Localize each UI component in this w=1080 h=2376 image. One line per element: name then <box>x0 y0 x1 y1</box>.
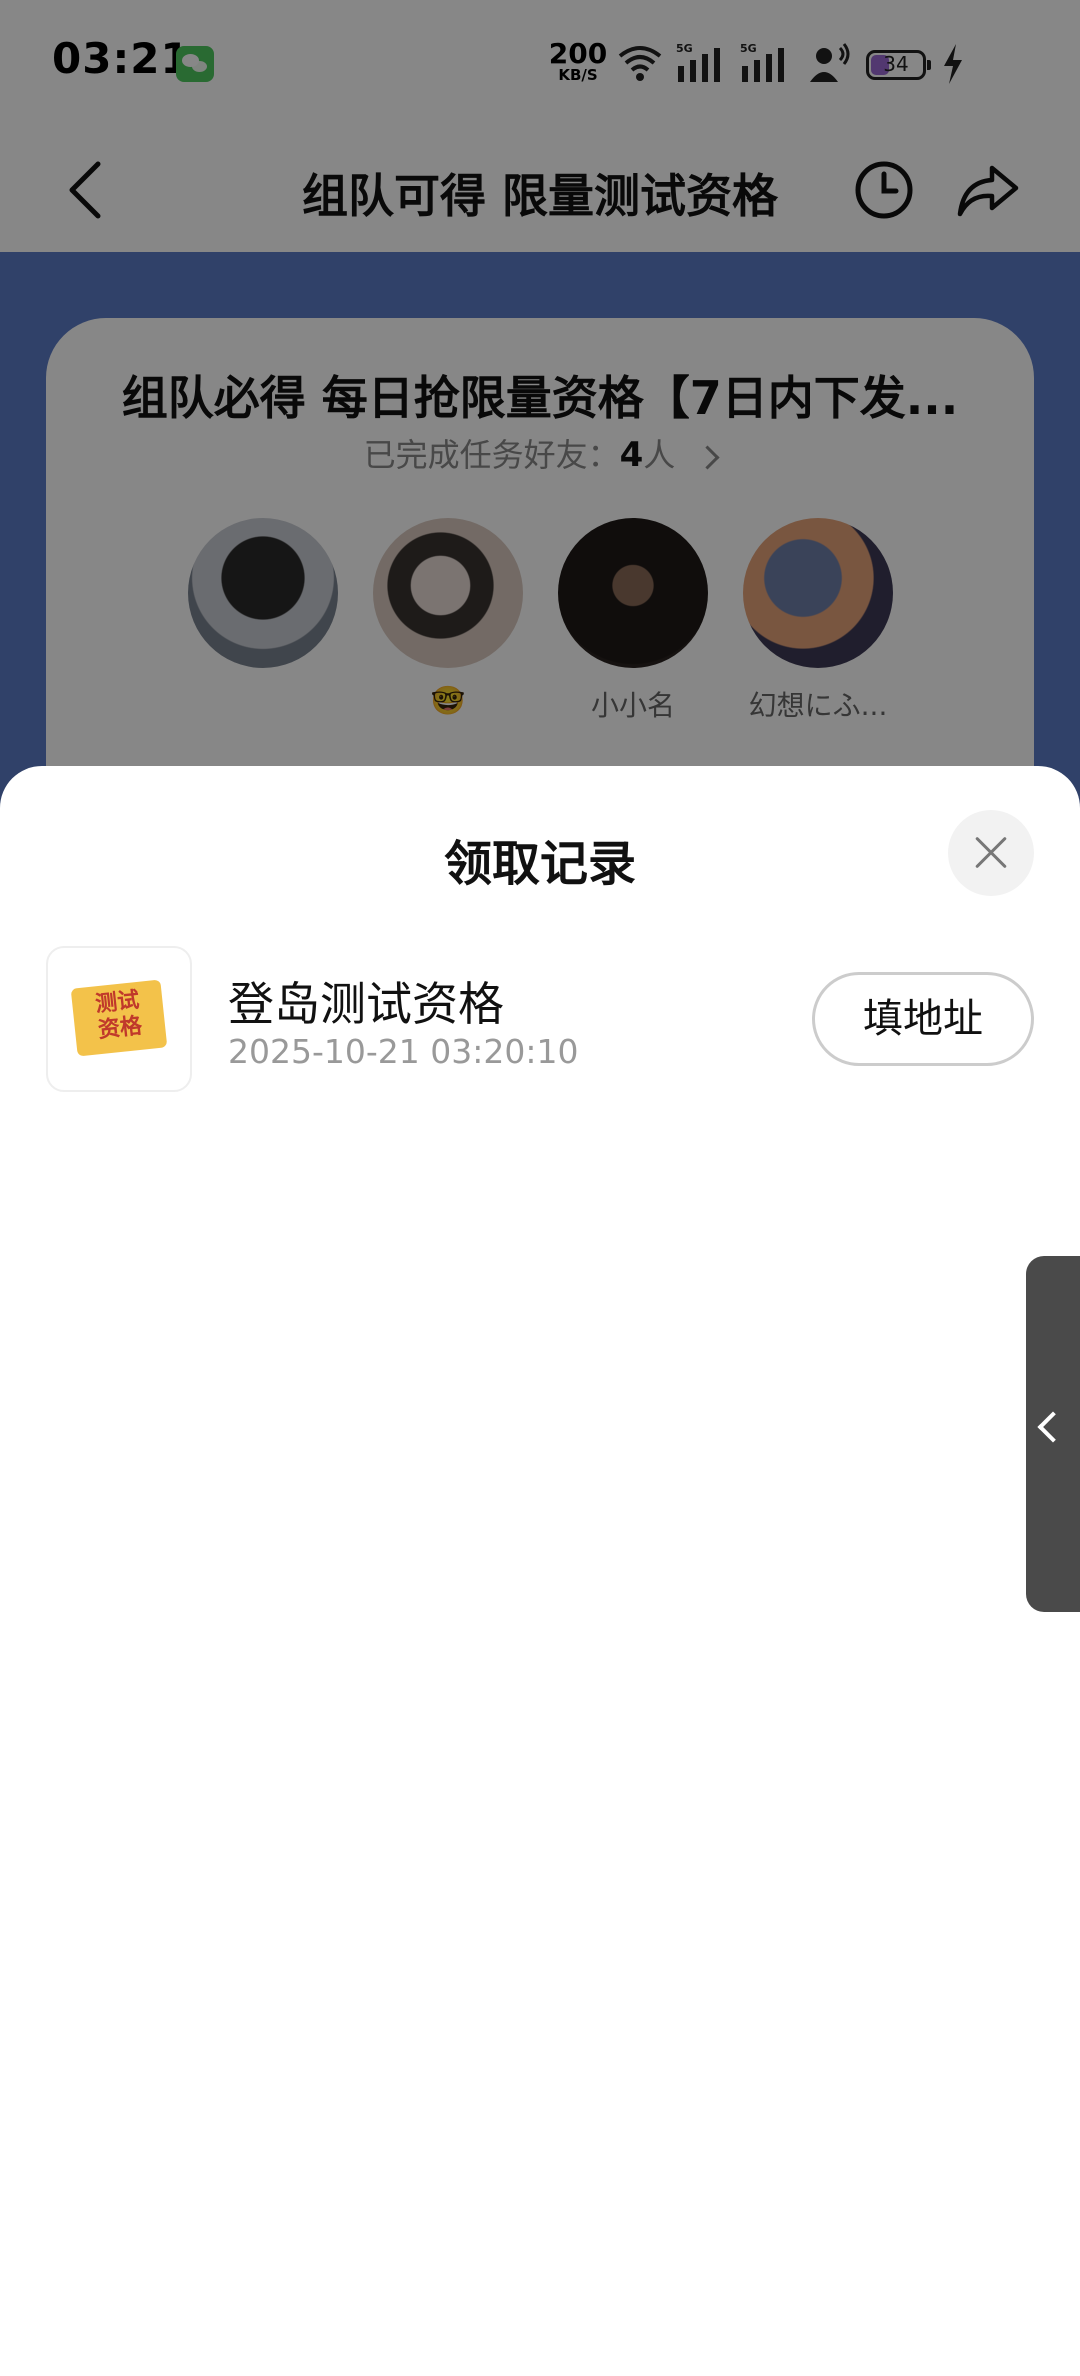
sheet-title: 领取记录 <box>443 836 636 892</box>
ticket-icon: 测试资格 <box>70 979 168 1057</box>
prize-time: 2025-10-21 03:20:10 <box>228 1032 579 1071</box>
ticket-text: 测试资格 <box>94 987 144 1044</box>
list-item: 测试资格 登岛测试资格 2025-10-21 03:20:10 填地址 <box>46 946 1034 1096</box>
fill-address-button[interactable]: 填地址 <box>812 972 1034 1066</box>
prize-name: 登岛测试资格 <box>228 977 504 1031</box>
claim-records-sheet: 领取记录 测试资格 登岛测试资格 2025-10-21 03:20:10 填地址 <box>0 766 1080 2376</box>
side-panel-handle[interactable] <box>1026 1256 1080 1612</box>
prize-thumbnail: 测试资格 <box>46 946 192 1092</box>
chevron-left-icon <box>1037 1411 1069 1443</box>
close-icon[interactable] <box>948 810 1034 896</box>
